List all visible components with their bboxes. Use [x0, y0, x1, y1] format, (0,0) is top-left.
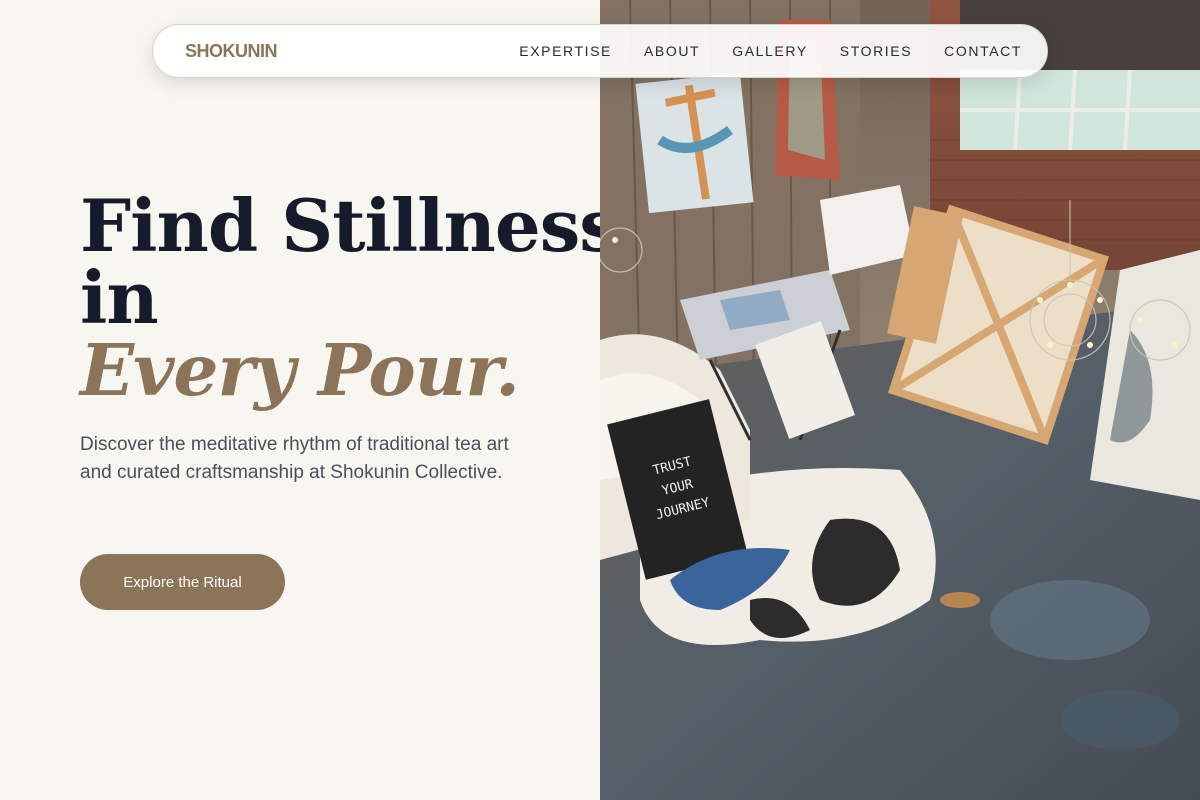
- top-navbar: SHOKUNIN EXPERTISE ABOUT GALLERY STORIES…: [152, 24, 1048, 78]
- nav-link-expertise[interactable]: EXPERTISE: [503, 43, 628, 59]
- headline-line-1: Find Stillness: [80, 183, 620, 268]
- nav-link-gallery[interactable]: GALLERY: [716, 43, 824, 59]
- explore-ritual-button[interactable]: Explore the Ritual: [80, 554, 285, 610]
- hero-text-panel: Find Stillness in Every Pour. Discover t…: [0, 0, 620, 800]
- nav-link-contact[interactable]: CONTACT: [928, 43, 1022, 59]
- headline-line-2: in: [80, 255, 159, 340]
- nav-links: EXPERTISE ABOUT GALLERY STORIES CONTACT: [503, 43, 1022, 59]
- brand-logo[interactable]: SHOKUNIN: [185, 41, 278, 62]
- nav-link-about[interactable]: ABOUT: [628, 43, 716, 59]
- landing-page: Find Stillness in Every Pour. Discover t…: [0, 0, 1200, 800]
- hero-headline: Find Stillness in Every Pour.: [80, 183, 620, 412]
- nav-link-stories[interactable]: STORIES: [824, 43, 928, 59]
- studio-photo-icon: TRUST YOUR JOURNEY: [600, 0, 1200, 800]
- headline-accent: Every Pour.: [80, 328, 520, 412]
- hero-subtext: Discover the meditative rhythm of tradit…: [80, 434, 509, 483]
- hero-image: TRUST YOUR JOURNEY: [600, 0, 1200, 800]
